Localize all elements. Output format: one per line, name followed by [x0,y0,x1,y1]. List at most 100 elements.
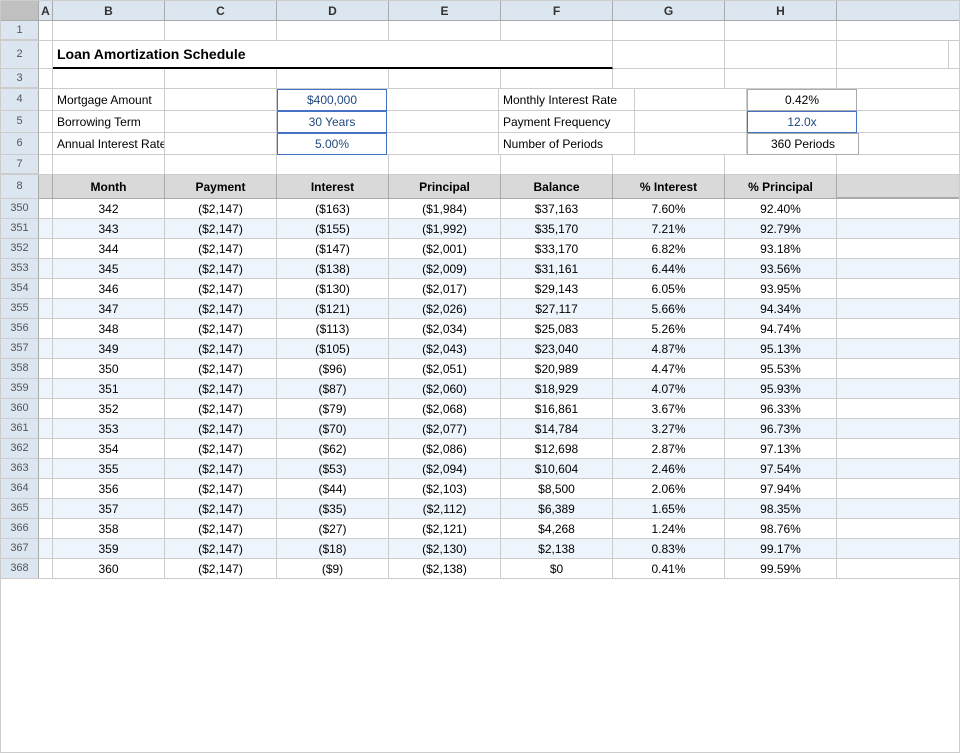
cell-pct-principal-12: 97.13% [725,439,837,459]
cell-3a [39,69,53,88]
cell-payment-12: ($2,147) [165,439,277,459]
cell-balance-18: $0 [501,559,613,579]
cell-balance-3: $31,161 [501,259,613,279]
cell-principal-0: ($1,984) [389,199,501,219]
cell-interest-13: ($53) [277,459,389,479]
cell-balance-16: $4,268 [501,519,613,539]
cell-payment-7: ($2,147) [165,339,277,359]
cell-350a [39,199,53,219]
col-pct-principal-header: % Principal [725,175,837,199]
col-header-f: F [501,1,613,20]
cell-pct-interest-3: 6.44% [613,259,725,279]
cell-1f [501,21,613,40]
cell-payment-18: ($2,147) [165,559,277,579]
cell-principal-8: ($2,051) [389,359,501,379]
col-balance-header: Balance [501,175,613,199]
cell-interest-10: ($79) [277,399,389,419]
cell-pct-principal-13: 97.54% [725,459,837,479]
cell-interest-17: ($18) [277,539,389,559]
table-row: 368 360 ($2,147) ($9) ($2,138) $0 0.41% … [1,559,959,579]
row-1: 1 [1,21,959,41]
cell-3g [613,69,725,88]
cell-balance-7: $23,040 [501,339,613,359]
cell-interest-14: ($44) [277,479,389,499]
cell-pct-principal-16: 98.76% [725,519,837,539]
rownum-1: 1 [1,21,39,40]
cell-month-11: 353 [53,419,165,439]
cell-6c [165,133,277,155]
col-header-g: G [613,1,725,20]
table-row: 352 344 ($2,147) ($147) ($2,001) $33,170… [1,239,959,259]
cell-payment-0: ($2,147) [165,199,277,219]
table-row: 356 348 ($2,147) ($113) ($2,034) $25,083… [1,319,959,339]
cell-payment-4: ($2,147) [165,279,277,299]
cell-pct-principal-4: 93.95% [725,279,837,299]
cell-pct-principal-17: 99.17% [725,539,837,559]
cell-payment-11: ($2,147) [165,419,277,439]
cell-7f [501,155,613,174]
cell-payment-10: ($2,147) [165,399,277,419]
cell-principal-3: ($2,009) [389,259,501,279]
cell-balance-5: $27,117 [501,299,613,319]
col-header-a: A [39,1,53,20]
cell-principal-18: ($2,138) [389,559,501,579]
rownum-356: 356 [1,319,39,339]
table-row: 355 347 ($2,147) ($121) ($2,026) $27,117… [1,299,959,319]
cell-month-15: 357 [53,499,165,519]
cell-payment-16: ($2,147) [165,519,277,539]
table-row: 357 349 ($2,147) ($105) ($2,043) $23,040… [1,339,959,359]
cell-pct-interest-18: 0.41% [613,559,725,579]
cell-362a [39,439,53,459]
cell-4g [635,89,747,111]
row-2: 2 Loan Amortization Schedule [1,41,959,69]
cell-364a [39,479,53,499]
cell-5e [387,111,499,133]
mortgage-amount-value[interactable]: $400,000 [277,89,387,111]
cell-pct-principal-0: 92.40% [725,199,837,219]
borrowing-term-value[interactable]: 30 Years [277,111,387,133]
monthly-rate-value[interactable]: 0.42% [747,89,857,111]
rownum-354: 354 [1,279,39,299]
cell-month-12: 354 [53,439,165,459]
cell-pct-interest-2: 6.82% [613,239,725,259]
num-periods-label: Number of Periods [499,133,635,155]
cell-pct-principal-5: 94.34% [725,299,837,319]
cell-pct-principal-6: 94.74% [725,319,837,339]
cell-payment-5: ($2,147) [165,299,277,319]
cell-interest-16: ($27) [277,519,389,539]
cell-balance-2: $33,170 [501,239,613,259]
cell-5g [635,111,747,133]
cell-pct-principal-18: 99.59% [725,559,837,579]
cell-principal-17: ($2,130) [389,539,501,559]
cell-2f [613,41,725,69]
cell-payment-14: ($2,147) [165,479,277,499]
row-3: 3 [1,69,959,89]
cell-principal-2: ($2,001) [389,239,501,259]
cell-pct-interest-15: 1.65% [613,499,725,519]
table-row: 364 356 ($2,147) ($44) ($2,103) $8,500 2… [1,479,959,499]
monthly-rate-label: Monthly Interest Rate [499,89,635,111]
rownum-361: 361 [1,419,39,439]
cell-pct-interest-17: 0.83% [613,539,725,559]
annual-rate-value[interactable]: 5.00% [277,133,387,155]
cell-principal-9: ($2,060) [389,379,501,399]
cell-1g [613,21,725,40]
cell-7c [165,155,277,174]
rownum-3: 3 [1,69,39,88]
cell-7b [53,155,165,174]
cell-month-17: 359 [53,539,165,559]
cell-365a [39,499,53,519]
rownum-359: 359 [1,379,39,399]
cell-principal-15: ($2,112) [389,499,501,519]
cell-balance-0: $37,163 [501,199,613,219]
rownum-366: 366 [1,519,39,539]
cell-payment-3: ($2,147) [165,259,277,279]
payment-freq-value[interactable]: 12.0x [747,111,857,133]
row-6: 6 Annual Interest Rate 5.00% Number of P… [1,133,959,155]
cell-interest-15: ($35) [277,499,389,519]
cell-interest-3: ($138) [277,259,389,279]
cell-pct-principal-11: 96.73% [725,419,837,439]
cell-balance-15: $6,389 [501,499,613,519]
cell-5c [165,111,277,133]
cell-month-13: 355 [53,459,165,479]
